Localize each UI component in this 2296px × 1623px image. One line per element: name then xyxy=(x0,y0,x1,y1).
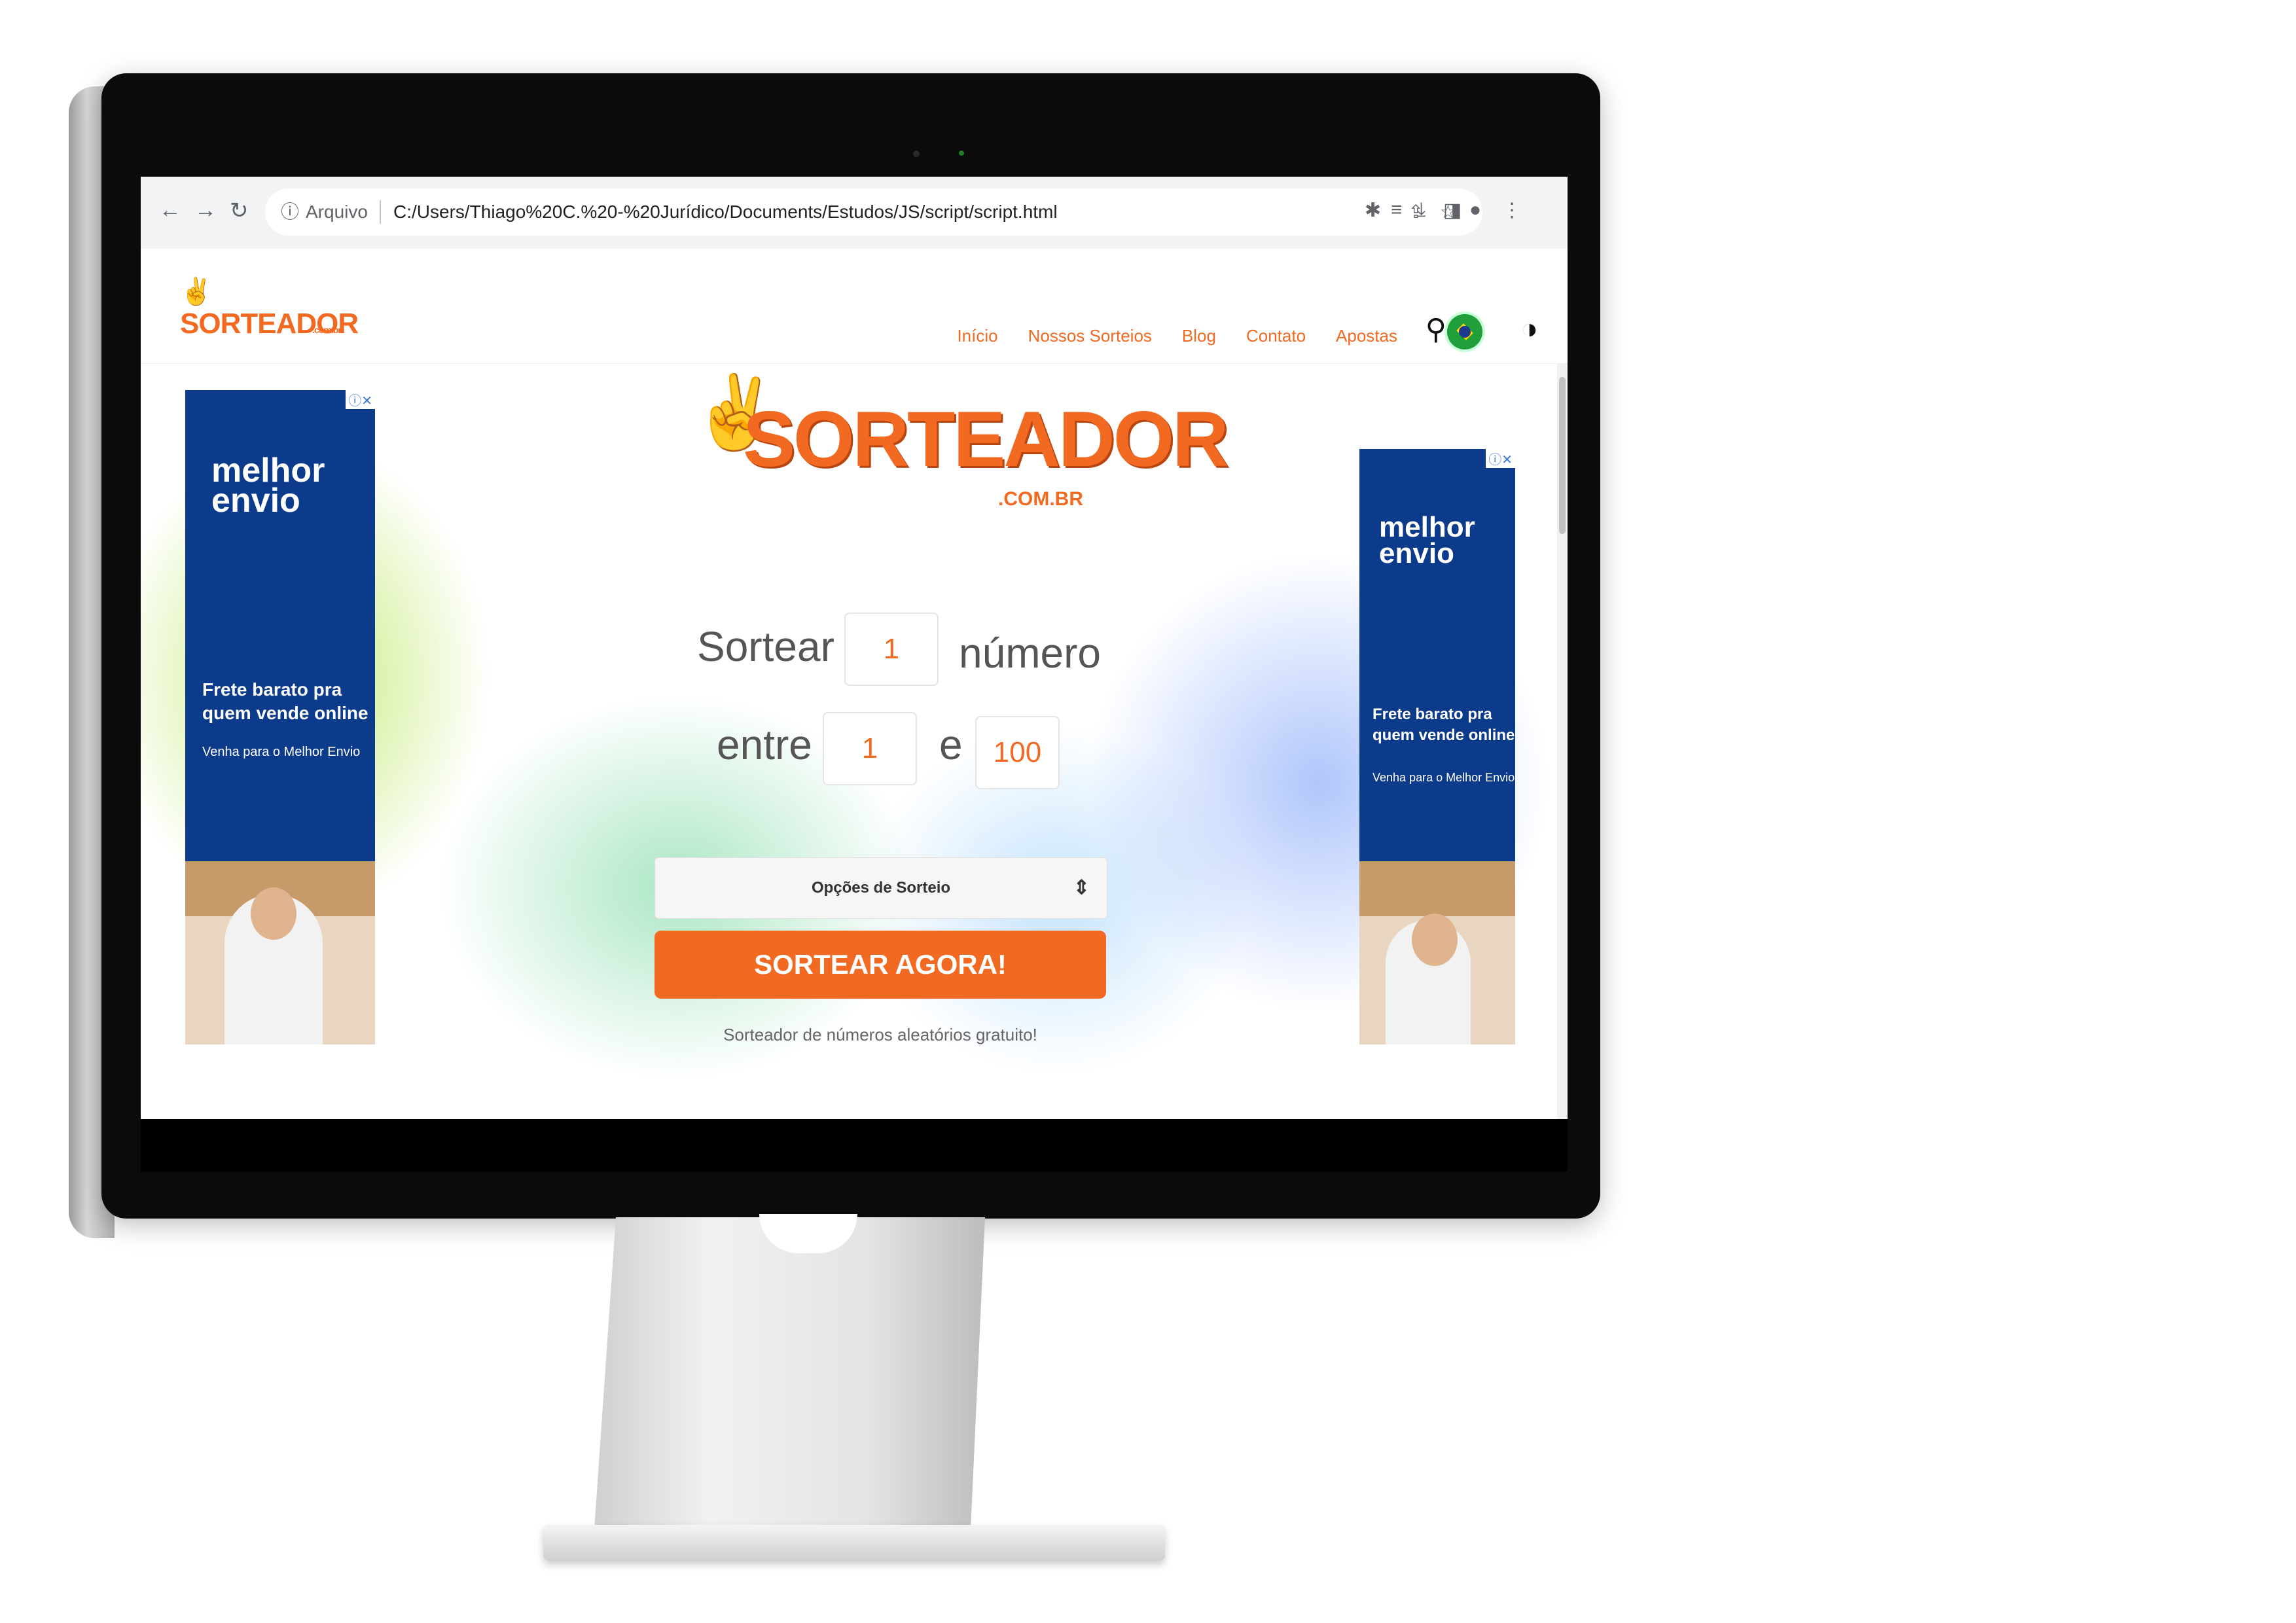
ad-brand: melhor envio xyxy=(1379,511,1475,569)
ad-subtext: Venha para o Melhor Envio xyxy=(1372,771,1515,784)
site-header: ✌SORTEADOR.com.br Início Nossos Sorteios… xyxy=(141,249,1568,364)
search-icon[interactable]: ⚲ xyxy=(1426,313,1446,346)
sortear-label: Sortear xyxy=(697,623,834,670)
tagline: Sorteador de números aleatórios gratuito… xyxy=(723,1025,1037,1044)
scrollbar-thumb[interactable] xyxy=(1559,377,1566,534)
ad-subtext: Venha para o Melhor Envio xyxy=(202,745,361,759)
camera-icon xyxy=(913,151,920,157)
nav-apostas[interactable]: Apostas xyxy=(1336,326,1397,346)
back-icon[interactable]: ← xyxy=(159,198,181,223)
entre-label: entre xyxy=(717,721,812,768)
numero-label: número xyxy=(959,630,1101,677)
reading-list-icon[interactable]: ≡ xyxy=(1391,199,1403,221)
sidebar-icon[interactable]: ◨ xyxy=(1443,199,1462,222)
ad-left[interactable]: ⓘ✕ melhor envio Frete barato pra quem ve… xyxy=(185,390,375,1044)
site-logo[interactable]: ✌SORTEADOR.com.br xyxy=(180,275,374,340)
address-label: Arquivo xyxy=(306,202,368,222)
address-bar[interactable]: ⓘ Arquivo C:/Users/Thiago%20C.%20-%20Jur… xyxy=(265,188,1482,236)
screen: ← → ↻ ⓘ Arquivo C:/Users/Thiago%20C.%20-… xyxy=(141,177,1568,1119)
ad-headline: Frete barato pra quem vende online xyxy=(202,679,368,723)
forward-icon[interactable]: → xyxy=(194,198,217,223)
browser-toolbar: ← → ↻ ⓘ Arquivo C:/Users/Thiago%20C.%20-… xyxy=(141,177,1568,249)
download-icon[interactable]: ⤓ xyxy=(1417,199,1426,221)
nav-blog[interactable]: Blog xyxy=(1182,326,1216,346)
monitor-foot xyxy=(543,1525,1165,1561)
ad-close-icon[interactable]: ⓘ✕ xyxy=(1486,449,1515,468)
hero-logo: ✌ SORTEADOR .COM.BR xyxy=(691,370,1229,527)
extensions-icon[interactable]: ✱ xyxy=(1365,199,1381,222)
address-separator xyxy=(380,200,381,224)
site-logo-sub: .com.br xyxy=(312,325,342,335)
page-scrollbar[interactable] xyxy=(1557,364,1568,1119)
nav-nossos-sorteios[interactable]: Nossos Sorteios xyxy=(1028,326,1152,346)
ad-brand: melhor envio xyxy=(211,452,325,520)
menu-icon[interactable]: ⋮ xyxy=(1502,199,1522,222)
reload-icon[interactable]: ↻ xyxy=(230,198,249,224)
ad-headline: Frete barato pra quem vende online xyxy=(1372,705,1515,744)
nav-inicio[interactable]: Início xyxy=(957,326,997,346)
e-label: e xyxy=(939,721,963,768)
ad-photo xyxy=(185,861,375,1044)
ad-photo xyxy=(1359,861,1515,1044)
screen-bottom-bezel xyxy=(141,1119,1568,1171)
profile-icon[interactable]: ● xyxy=(1469,199,1481,221)
ad-close-icon[interactable]: ⓘ✕ xyxy=(346,390,375,409)
min-input[interactable]: 1 xyxy=(823,712,917,785)
options-select[interactable]: Opções de Sorteio ⇕ xyxy=(655,857,1107,919)
nav-contato[interactable]: Contato xyxy=(1246,326,1306,346)
max-input[interactable]: 100 xyxy=(975,716,1060,789)
options-select-label: Opções de Sorteio xyxy=(811,879,951,897)
address-url[interactable]: C:/Users/Thiago%20C.%20-%20Jurídico/Docu… xyxy=(393,188,1058,236)
ad-person xyxy=(1386,914,1471,1044)
theme-toggle-icon[interactable]: ◑ xyxy=(1520,313,1538,346)
hero-logo-tld: .COM.BR xyxy=(998,488,1083,510)
quantity-input[interactable]: 1 xyxy=(844,613,939,686)
ad-right[interactable]: ⓘ✕ melhor envio Frete barato pra quem ve… xyxy=(1359,449,1515,1044)
hand-logo-icon: ✌ xyxy=(180,277,213,306)
sortear-agora-button[interactable]: SORTEAR AGORA! xyxy=(655,931,1106,999)
main-content: ⓘ✕ melhor envio Frete barato pra quem ve… xyxy=(141,364,1568,1119)
brazil-flag-icon[interactable] xyxy=(1447,314,1482,349)
select-chevron-icon: ⇕ xyxy=(1073,877,1090,899)
hero-logo-word: SORTEADOR xyxy=(743,395,1229,483)
main-nav: Início Nossos Sorteios Blog Contato Apos… xyxy=(957,326,1397,346)
monitor-stand xyxy=(592,1217,985,1558)
info-icon[interactable]: ⓘ xyxy=(281,188,299,236)
ad-person xyxy=(224,887,323,1044)
camera-led-icon xyxy=(959,151,964,156)
